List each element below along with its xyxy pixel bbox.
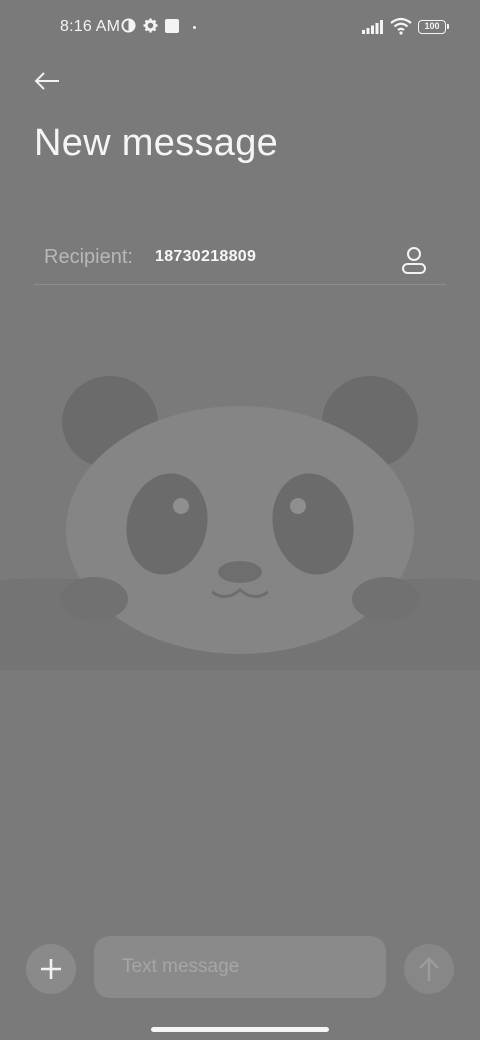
message-placeholder: Text message	[122, 956, 240, 977]
back-button[interactable]	[28, 62, 66, 100]
gear-icon	[143, 18, 158, 33]
recipient-label: Recipient:	[44, 246, 133, 268]
add-attachment-button[interactable]	[26, 944, 76, 994]
send-button[interactable]	[404, 944, 454, 994]
status-time: 8:16 AM	[60, 18, 121, 35]
battery-level: 100	[424, 21, 440, 31]
dot-icon	[193, 26, 196, 29]
contact-picker-button[interactable]	[394, 240, 434, 280]
status-bar: 8:16 AM 100	[0, 0, 480, 56]
square-notification-icon	[165, 19, 179, 33]
back-arrow-icon	[34, 72, 59, 90]
home-indicator[interactable]	[151, 1027, 329, 1032]
recipient-field[interactable]: Recipient: 18730218809	[34, 232, 446, 285]
battery-icon: 100	[418, 20, 449, 34]
send-arrow-up-icon	[419, 957, 439, 981]
contact-person-icon	[402, 247, 426, 274]
wifi-icon	[390, 17, 412, 35]
signal-icon	[362, 20, 383, 34]
data-saver-icon	[121, 18, 136, 33]
plus-icon	[41, 959, 61, 979]
page-title: New message	[34, 122, 279, 164]
recipient-value[interactable]: 18730218809	[155, 248, 256, 266]
message-input[interactable]: Text message	[94, 936, 386, 998]
panda-illustration	[0, 376, 480, 670]
